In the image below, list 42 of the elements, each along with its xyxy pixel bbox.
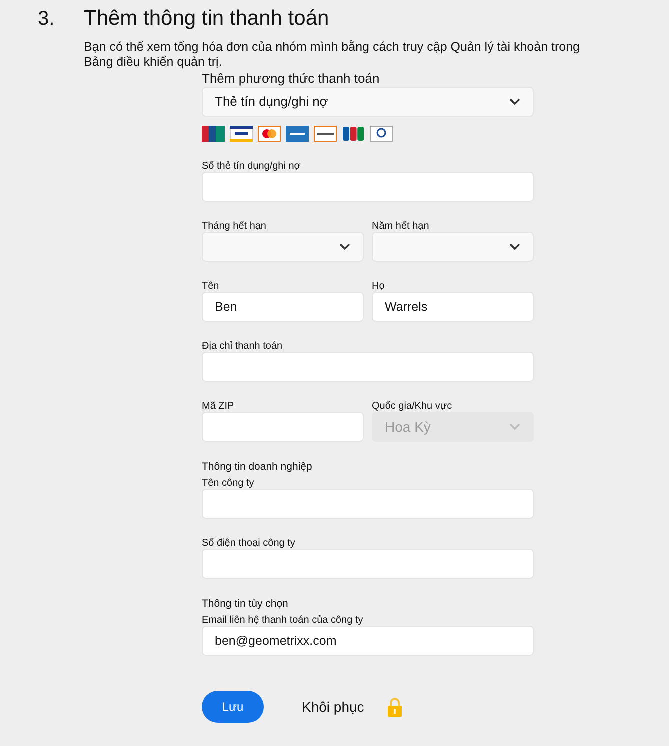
reset-button[interactable]: Khôi phục (302, 696, 364, 718)
payment-card-icon (230, 126, 253, 142)
save-button[interactable]: Lưu (202, 691, 264, 723)
chevron-down-icon (509, 98, 521, 106)
field-label: Số điện thoại công ty (202, 538, 296, 549)
field-label: Số thẻ tín dụng/ghi nợ (202, 161, 302, 172)
payment-card-icon (370, 126, 393, 142)
payment-card-icon (314, 126, 337, 142)
input-field[interactable]: Warrels (372, 292, 534, 322)
chevron-down-icon (509, 243, 521, 251)
select-field[interactable]: Thẻ tín dụng/ghi nợ (202, 87, 534, 117)
field-label: Tên (202, 281, 220, 292)
field-label: Họ (372, 281, 386, 292)
field-label: Tên công ty (202, 478, 256, 489)
input-field[interactable] (202, 549, 534, 579)
field-label: Email liên hệ thanh toán của công ty (202, 615, 364, 626)
input-field[interactable]: Ben (202, 292, 364, 322)
field-label: Quốc gia/Khu vực (372, 401, 454, 412)
input-field[interactable] (202, 352, 534, 382)
field-label: Mã ZIP (202, 401, 236, 412)
payment-card-icon (258, 126, 281, 142)
section-description: Bạn có thể xem tổng hóa đơn của nhóm mình bằng cách truy cập Quản lý tài khoản trong Bảng điều khiển quản trị. (84, 40, 582, 70)
field-label: Năm hết hạn (372, 221, 430, 232)
field-label: Tháng hết hạn (202, 221, 268, 232)
section-title: Thêm thông tin thanh toán (84, 6, 330, 32)
payment-card-icon (342, 126, 365, 142)
subsection-heading: Thông tin tùy chọn (202, 598, 290, 611)
input-field[interactable] (202, 412, 364, 442)
input-field[interactable] (202, 489, 534, 519)
payment-card-icon (286, 126, 309, 142)
field-label: Địa chỉ thanh toán (202, 341, 284, 352)
subsection-heading: Thông tin doanh nghiệp (202, 461, 314, 474)
step-number: 3. (38, 7, 56, 32)
chevron-down-icon (339, 243, 351, 251)
lock-icon (388, 697, 402, 717)
select-field[interactable] (202, 232, 364, 262)
payment-card-icon (202, 126, 225, 142)
input-field[interactable]: ben@geometrixx.com (202, 626, 534, 656)
chevron-down-icon (509, 423, 521, 431)
select-field[interactable] (372, 232, 534, 262)
input-field[interactable] (202, 172, 534, 202)
field-label: Thêm phương thức thanh toán (202, 70, 381, 87)
